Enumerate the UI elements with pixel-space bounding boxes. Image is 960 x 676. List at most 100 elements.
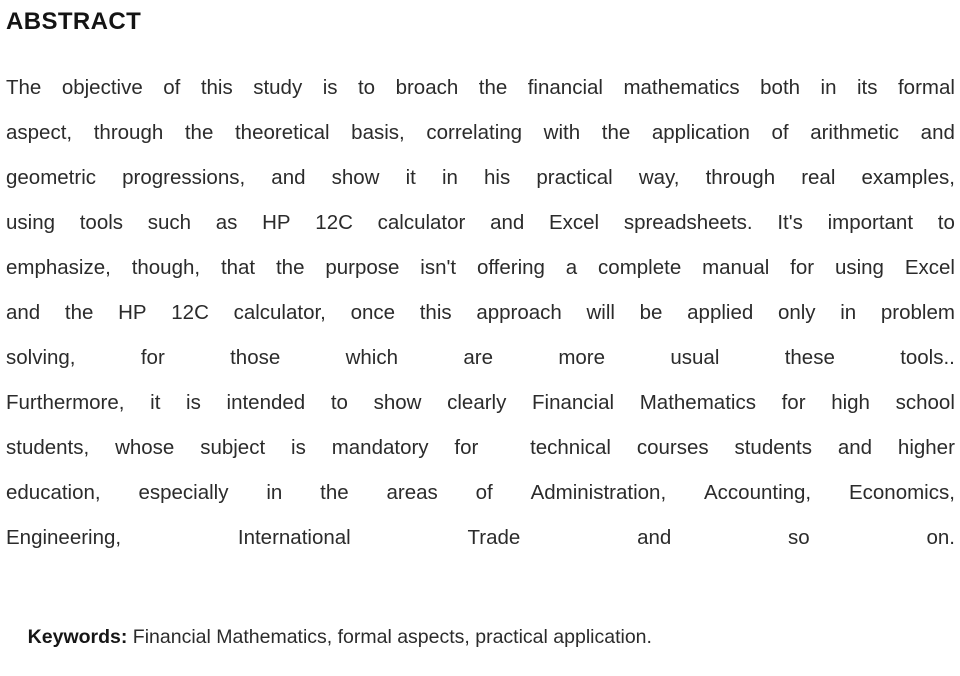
abstract-word: progressions, — [122, 166, 246, 189]
abstract-word: though, — [131, 256, 201, 279]
abstract-word: so — [788, 526, 810, 549]
abstract-word: 12C — [315, 211, 353, 234]
abstract-word: show — [331, 166, 380, 189]
abstract-word: more — [558, 346, 606, 369]
abstract-word: Economics, — [848, 481, 955, 504]
abstract-word: be — [639, 301, 663, 324]
abstract-word: on. — [926, 526, 955, 549]
abstract-word: way, — [638, 166, 680, 189]
abstract-word: formal — [897, 76, 955, 99]
abstract-word: real — [801, 166, 836, 189]
abstract-word: its — [856, 76, 878, 99]
abstract-word: It's — [777, 211, 803, 234]
abstract-line: Engineering, International Trade and so on. — [6, 515, 955, 560]
abstract-word: in — [441, 166, 458, 189]
abstract-word: is — [186, 391, 201, 414]
abstract-word: the — [601, 121, 631, 144]
abstract-word: applied — [687, 301, 754, 324]
abstract-word: important — [827, 211, 914, 234]
abstract-word: tools — [79, 211, 124, 234]
abstract-word: HP — [118, 301, 147, 324]
abstract-word: areas — [386, 481, 438, 504]
abstract-word: correlating — [426, 121, 523, 144]
abstract-word: Mathematics — [639, 391, 756, 414]
abstract-word: show — [373, 391, 422, 414]
abstract-word: approach — [476, 301, 562, 324]
abstract-word: technical — [530, 436, 611, 459]
abstract-line: solving, for those which are more usual these to… — [6, 335, 955, 380]
abstract-word: manual — [702, 256, 770, 279]
abstract-word: high — [831, 391, 870, 414]
abstract-word: and — [837, 436, 873, 459]
abstract-word: and — [6, 301, 41, 324]
abstract-word: once — [350, 301, 396, 324]
keywords-value: Financial Mathematics, formal aspects, p… — [127, 626, 652, 648]
abstract-word: Excel — [548, 211, 600, 234]
abstract-line: The objective of this study is to broach the fina… — [6, 65, 955, 110]
abstract-line: and the HP 12C calculator, once this approach wi… — [6, 290, 955, 335]
abstract-word: complete — [598, 256, 682, 279]
abstract-word: through — [705, 166, 776, 189]
abstract-word: broach — [395, 76, 459, 99]
abstract-word: whose — [115, 436, 175, 459]
abstract-word: tools.. — [900, 346, 955, 369]
keywords-label: Keywords: — [27, 626, 128, 648]
abstract-word: solving, — [6, 346, 76, 369]
abstract-word: International — [237, 526, 351, 549]
abstract-word: isn't — [420, 256, 457, 279]
abstract-word: calculator — [377, 211, 466, 234]
keywords-line: Keywords: Financial Mathematics, formal … — [6, 598, 652, 676]
abstract-line: education, especially in the areas of Administ… — [6, 470, 955, 515]
abstract-word: calculator, — [233, 301, 326, 324]
abstract-word: the — [320, 481, 349, 504]
abstract-word: the — [275, 256, 305, 279]
abstract-word: HP — [262, 211, 291, 234]
abstract-word: subject — [200, 436, 266, 459]
abstract-paragraph: The objective of this study is to broach the fina… — [6, 65, 955, 560]
abstract-word: will — [586, 301, 615, 324]
abstract-word: usual — [670, 346, 720, 369]
abstract-word: aspect, — [6, 121, 73, 144]
abstract-line: geometric progressions, and show it in his prac… — [6, 155, 955, 200]
abstract-word: geometric — [6, 166, 97, 189]
abstract-word: of — [771, 121, 789, 144]
abstract-word: that — [220, 256, 256, 279]
abstract-word: using — [6, 211, 56, 234]
abstract-word: and — [637, 526, 672, 549]
abstract-word: intended — [226, 391, 306, 414]
abstract-word: mandatory — [331, 436, 429, 459]
abstract-word: with — [543, 121, 581, 144]
abstract-word: is — [322, 76, 338, 99]
abstract-word: theoretical — [234, 121, 330, 144]
abstract-line: Furthermore, it is intended to show clearly Fin… — [6, 380, 955, 425]
abstract-word: is — [291, 436, 306, 459]
abstract-word: Trade — [467, 526, 521, 549]
abstract-word: especially — [138, 481, 229, 504]
abstract-word: Accounting, — [704, 481, 812, 504]
abstract-line: emphasize, though, that the purpose isn't offe… — [6, 245, 955, 290]
abstract-word: such — [147, 211, 192, 234]
abstract-word: Financial — [532, 391, 615, 414]
abstract-word: this — [200, 76, 233, 99]
abstract-word: in — [266, 481, 283, 504]
abstract-word: it — [150, 391, 161, 414]
abstract-word: to — [330, 391, 348, 414]
abstract-word: this — [419, 301, 452, 324]
abstract-word: basis, — [351, 121, 405, 144]
abstract-word: it — [405, 166, 416, 189]
abstract-word: both — [760, 76, 801, 99]
abstract-word: offering — [476, 256, 545, 279]
abstract-word: education, — [6, 481, 101, 504]
abstract-word: The — [6, 76, 42, 99]
abstract-word: the — [184, 121, 214, 144]
abstract-word: and — [920, 121, 955, 144]
abstract-word: for — [454, 436, 479, 459]
abstract-word: financial — [527, 76, 603, 99]
abstract-word: study — [253, 76, 303, 99]
abstract-word: purpose — [325, 256, 400, 279]
abstract-word: as — [215, 211, 238, 234]
abstract-word: Excel — [904, 256, 955, 279]
abstract-line: aspect, through the theoretical basis, correl… — [6, 110, 955, 155]
abstract-word: for — [790, 256, 815, 279]
page-title: ABSTRACT — [6, 8, 142, 35]
